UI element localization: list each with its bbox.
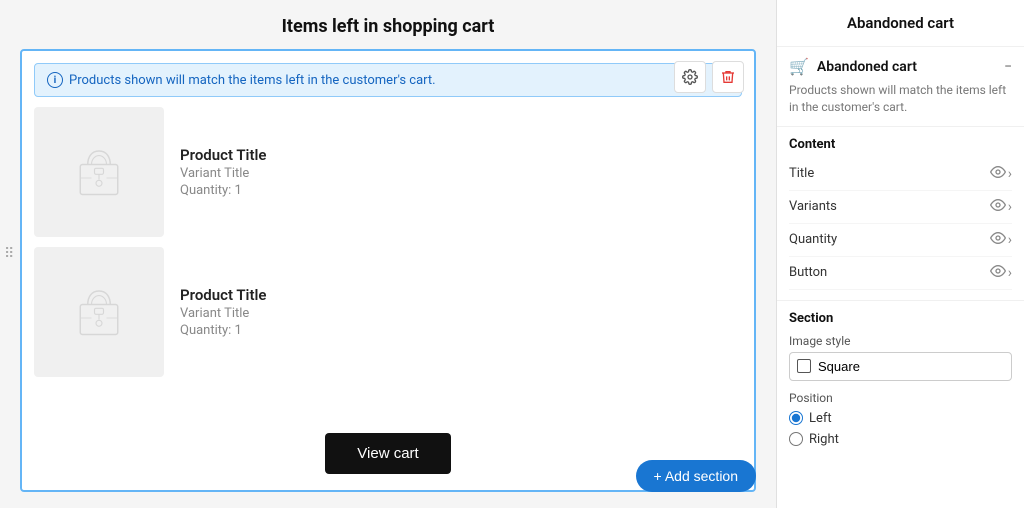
abandoned-cart-label: Abandoned cart: [817, 59, 917, 75]
abandoned-cart-header[interactable]: 🛒 Abandoned cart −: [777, 47, 1024, 82]
section-part: Section Image style Square Round Origina…: [777, 300, 1024, 457]
add-section-button[interactable]: + Add section: [636, 460, 756, 492]
product-variant: Variant Title: [180, 306, 266, 321]
position-left-option[interactable]: Left: [789, 411, 1012, 426]
position-left-radio[interactable]: [789, 411, 803, 425]
abandoned-cart-header-left: 🛒 Abandoned cart: [789, 57, 917, 76]
content-row-button[interactable]: Button ›: [789, 257, 1012, 290]
page-title: Items left in shopping cart: [20, 16, 756, 37]
content-row-quantity-icons: ›: [990, 232, 1012, 248]
settings-icon-button[interactable]: [674, 61, 706, 93]
content-row-variants-label: Variants: [789, 199, 837, 214]
eye-icon[interactable]: [990, 265, 1006, 281]
right-panel: Abandoned cart 🛒 Abandoned cart − Produc…: [776, 0, 1024, 508]
eye-icon[interactable]: [990, 232, 1006, 248]
product-variant: Variant Title: [180, 166, 266, 181]
eye-icon[interactable]: [990, 199, 1006, 215]
content-row-button-icons: ›: [990, 265, 1012, 281]
position-right-option[interactable]: Right: [789, 432, 1012, 447]
content-row-quantity[interactable]: Quantity ›: [789, 224, 1012, 257]
content-row-button-label: Button: [789, 265, 827, 280]
right-panel-title: Abandoned cart: [777, 0, 1024, 47]
product-title: Product Title: [180, 286, 266, 304]
image-style-select-wrapper: Square Round Original: [789, 352, 1012, 381]
product-quantity: Quantity: 1: [180, 183, 266, 198]
position-left-label: Left: [809, 411, 832, 426]
content-section-title: Content: [789, 137, 1012, 152]
product-quantity: Quantity: 1: [180, 323, 266, 338]
content-row-quantity-label: Quantity: [789, 232, 837, 247]
info-banner: i Products shown will match the items le…: [34, 63, 742, 97]
product-item: Product Title Variant Title Quantity: 1: [34, 107, 742, 237]
product-info: Product Title Variant Title Quantity: 1: [180, 286, 266, 338]
view-cart-button[interactable]: View cart: [325, 433, 450, 474]
collapse-icon[interactable]: −: [1004, 59, 1012, 75]
chevron-right-icon: ›: [1008, 232, 1012, 248]
chevron-right-icon: ›: [1008, 166, 1012, 182]
info-banner-text: Products shown will match the items left…: [69, 73, 436, 88]
section-part-title: Section: [789, 311, 1012, 326]
cart-icon: 🛒: [789, 57, 809, 76]
product-image: [34, 107, 164, 237]
toolbar-icons: [674, 61, 744, 93]
position-right-label: Right: [809, 432, 839, 447]
content-section: Content Title › Variants: [777, 127, 1024, 300]
info-banner-content: i Products shown will match the items le…: [47, 72, 436, 88]
delete-icon-button[interactable]: [712, 61, 744, 93]
position-right-radio[interactable]: [789, 432, 803, 446]
image-style-select[interactable]: Square Round Original: [789, 352, 1012, 381]
product-item: Product Title Variant Title Quantity: 1: [34, 247, 742, 377]
content-row-variants-icons: ›: [990, 199, 1012, 215]
image-style-label: Image style: [789, 334, 1012, 348]
position-label: Position: [789, 391, 1012, 405]
left-panel: Items left in shopping cart: [0, 0, 776, 508]
section-description: Products shown will match the items left…: [777, 82, 1024, 127]
product-list: Product Title Variant Title Quantity: 1: [34, 107, 742, 415]
content-row-variants[interactable]: Variants ›: [789, 191, 1012, 224]
info-icon: i: [47, 72, 63, 88]
chevron-right-icon: ›: [1008, 199, 1012, 215]
content-row-title-label: Title: [789, 166, 814, 181]
content-area: i Products shown will match the items le…: [20, 49, 756, 492]
position-radio-group: Left Right: [789, 411, 1012, 447]
chevron-right-icon: ›: [1008, 265, 1012, 281]
product-info: Product Title Variant Title Quantity: 1: [180, 146, 266, 198]
product-image: [34, 247, 164, 377]
content-row-title[interactable]: Title ›: [789, 158, 1012, 191]
eye-icon[interactable]: [990, 166, 1006, 182]
product-title: Product Title: [180, 146, 266, 164]
square-icon: [797, 359, 811, 373]
content-row-title-icons: ›: [990, 166, 1012, 182]
